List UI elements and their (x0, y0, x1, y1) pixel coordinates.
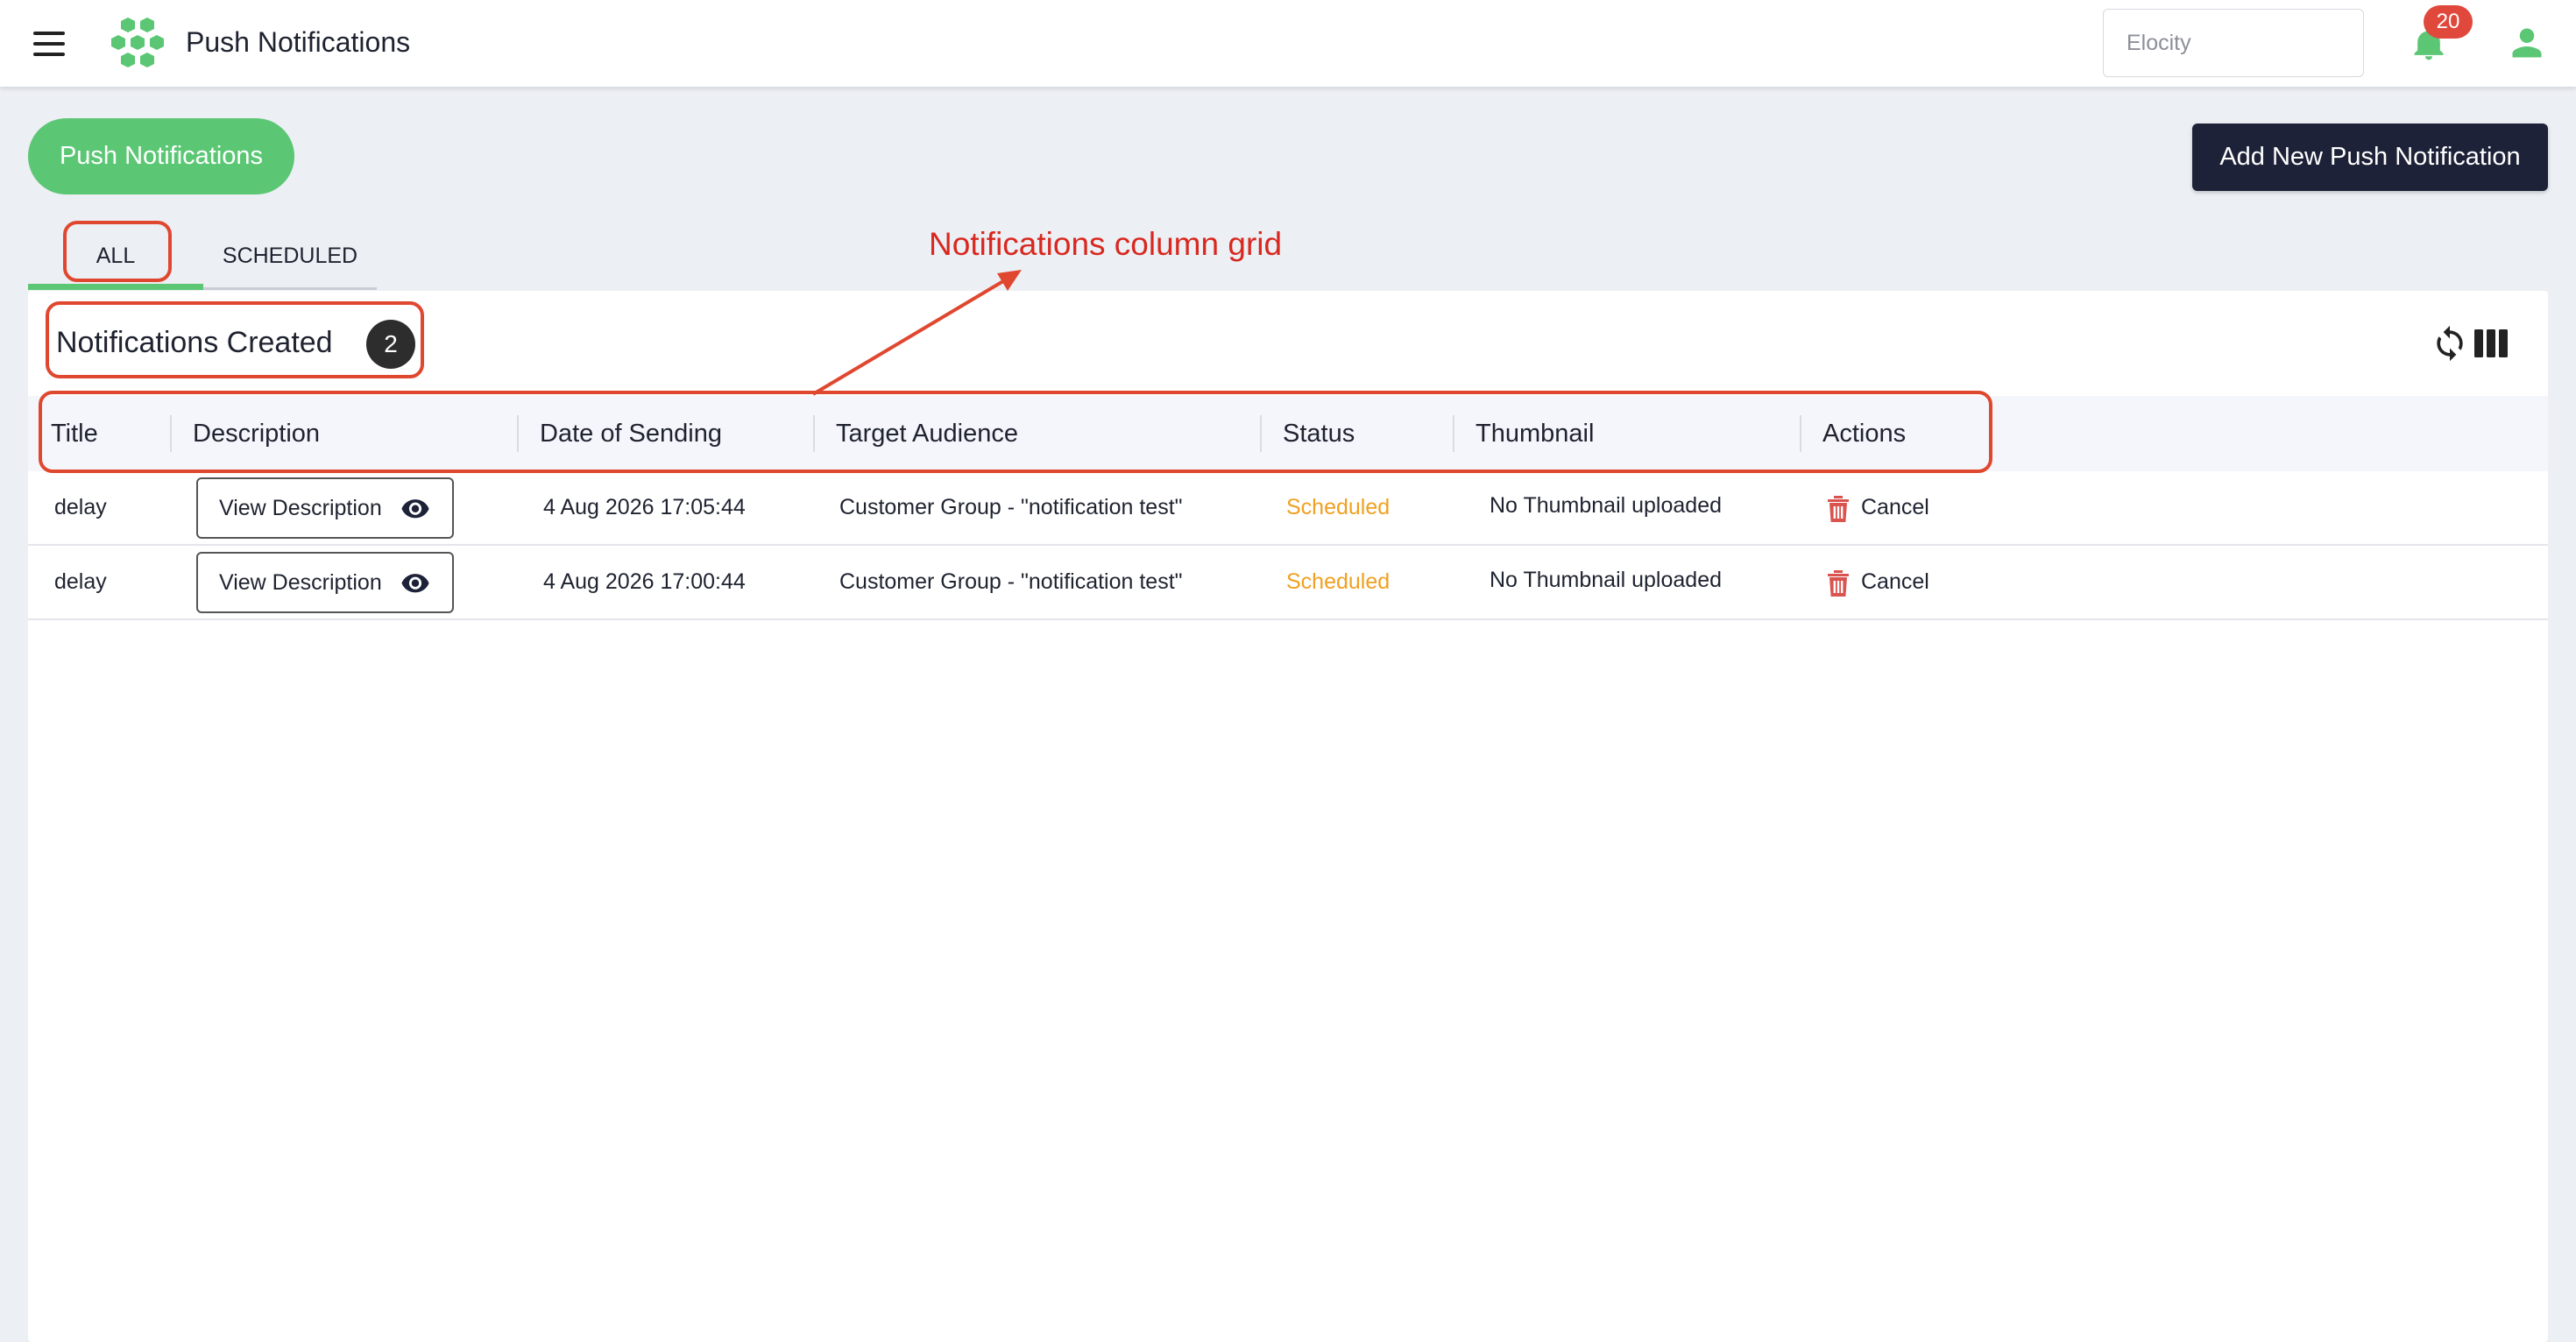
annotation-arrow (811, 270, 1022, 396)
